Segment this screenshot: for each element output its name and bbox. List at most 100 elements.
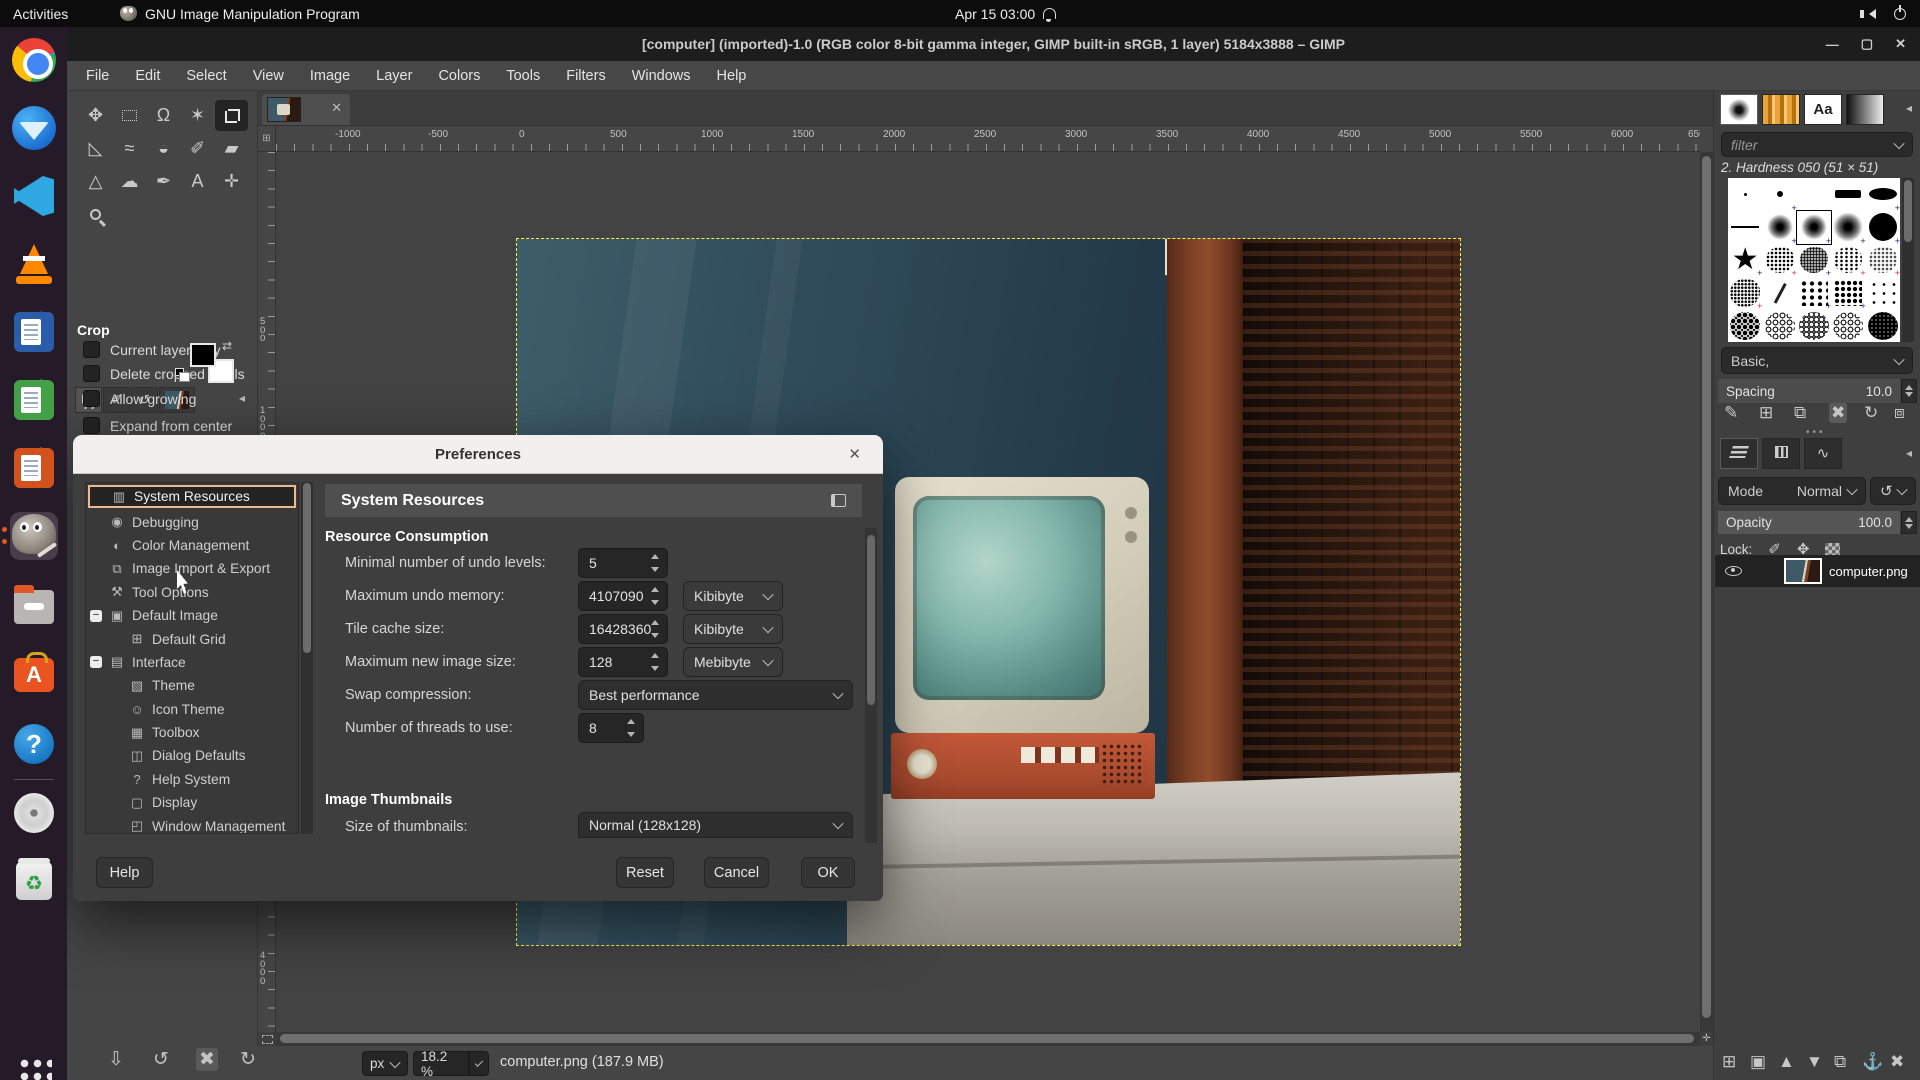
move-tool[interactable]: ✥: [79, 100, 112, 131]
crop-tool-selected[interactable]: [215, 100, 248, 131]
ink-tool[interactable]: ✒: [147, 166, 180, 197]
dock-vscode[interactable]: [10, 172, 58, 220]
tab-fonts[interactable]: Aa: [1804, 94, 1842, 125]
threads-spinner[interactable]: 8: [578, 713, 644, 743]
tab-channels[interactable]: [1762, 438, 1800, 469]
delete-layer-icon[interactable]: ✖: [1890, 1052, 1904, 1072]
color-picker-tool[interactable]: ✛: [215, 166, 248, 197]
warp-tool[interactable]: ≈: [113, 133, 146, 164]
spacing-slider[interactable]: Spacing 10.0: [1718, 379, 1900, 403]
maximize-button[interactable]: ▢: [1861, 36, 1873, 52]
dock-disc[interactable]: [10, 789, 58, 837]
menu-image[interactable]: Image: [297, 61, 363, 91]
menu-help[interactable]: Help: [704, 61, 760, 91]
cancel-button[interactable]: Cancel: [704, 857, 769, 888]
dock-help[interactable]: ?: [10, 720, 58, 768]
lower-layer-icon[interactable]: ▼: [1806, 1052, 1823, 1072]
layers-collapse-icon[interactable]: ◂: [1906, 446, 1912, 460]
menu-layer[interactable]: Layer: [363, 61, 425, 91]
save-tool-preset-icon[interactable]: ⇩: [108, 1048, 124, 1071]
default-colors-icon[interactable]: [175, 368, 184, 376]
new-image-size-spinner[interactable]: 128: [578, 647, 668, 677]
brush-grid[interactable]: + + + + + + ★+ + + + + + + +: [1728, 178, 1900, 342]
undo-memory-unit-select[interactable]: Kibibyte: [683, 581, 783, 611]
menu-edit[interactable]: Edit: [122, 61, 173, 91]
restore-tool-preset-icon[interactable]: ↺: [153, 1048, 169, 1071]
pref-item-theme[interactable]: ▧Theme: [86, 674, 298, 697]
preferences-sidebar-scrollbar[interactable]: [301, 482, 313, 834]
undo-levels-spinner[interactable]: 5: [578, 548, 668, 578]
duplicate-layer-icon[interactable]: ⧉: [1834, 1052, 1846, 1072]
pref-item-default-grid[interactable]: ⊞Default Grid: [86, 627, 298, 650]
activities-button[interactable]: Activities: [13, 0, 68, 27]
eraser-tool[interactable]: ▰: [215, 133, 248, 164]
new-brush-icon[interactable]: ⊞: [1759, 403, 1773, 423]
paintbrush-tool[interactable]: ✐: [181, 133, 214, 164]
foreground-color-swatch[interactable]: [190, 343, 216, 367]
smudge-tool[interactable]: ☁: [113, 166, 146, 197]
power-icon[interactable]: [1894, 0, 1906, 27]
dock-chrome[interactable]: [10, 36, 58, 84]
zoom-value[interactable]: 18.2 %: [413, 1051, 469, 1076]
text-tool[interactable]: A: [181, 166, 214, 197]
expander-icon[interactable]: −: [90, 610, 102, 622]
opacity-slider[interactable]: Opacity 100.0: [1718, 511, 1900, 534]
menu-filters[interactable]: Filters: [553, 61, 618, 91]
pref-item-window-management[interactable]: ◰Window Management: [86, 814, 298, 834]
unit-select[interactable]: px: [362, 1051, 408, 1076]
pref-item-icon-theme[interactable]: ☺Icon Theme: [86, 698, 298, 721]
dock-files[interactable]: [10, 584, 58, 632]
volume-icon[interactable]: [1864, 0, 1876, 27]
preferences-title-bar[interactable]: Preferences ✕: [73, 435, 883, 474]
dock-libreoffice-writer[interactable]: [10, 308, 58, 356]
new-layer-group-icon[interactable]: ▣: [1750, 1052, 1766, 1072]
canvas-vertical-scrollbar[interactable]: [1700, 152, 1713, 1032]
horizontal-ruler[interactable]: -1000 -500 0 500 1000 1500 2000 2500 300…: [276, 126, 1700, 152]
menu-colors[interactable]: Colors: [425, 61, 493, 91]
pref-item-help-system[interactable]: ?Help System: [86, 768, 298, 791]
zoom-select-chevron[interactable]: [469, 1051, 489, 1076]
open-brush-as-image-icon[interactable]: ⧈: [1894, 403, 1905, 423]
quick-mask-toggle[interactable]: [258, 1032, 276, 1046]
dock-vlc[interactable]: [10, 240, 58, 288]
brushes-collapse-icon[interactable]: ◂: [1906, 101, 1912, 115]
notebook-icon[interactable]: [831, 494, 846, 507]
clock[interactable]: Apr 15 03:00: [955, 0, 1056, 27]
checkbox-expand-from-center[interactable]: Expand from center: [83, 417, 232, 434]
edit-brush-icon[interactable]: ✎: [1724, 403, 1738, 423]
fuzzy-select-tool[interactable]: ✶: [181, 100, 214, 131]
ruler-corner[interactable]: ⊞: [258, 126, 276, 152]
pref-item-interface[interactable]: − ▤Interface: [86, 651, 298, 674]
pref-item-system-resources[interactable]: ▥System Resources: [88, 485, 296, 508]
close-button[interactable]: ✕: [1895, 36, 1906, 52]
preferences-close-icon[interactable]: ✕: [848, 445, 861, 463]
menu-file[interactable]: File: [73, 61, 122, 91]
pref-item-dialog-defaults[interactable]: ◫Dialog Defaults: [86, 744, 298, 767]
swap-compression-select[interactable]: Best performance: [578, 680, 853, 710]
checkbox-allow-growing[interactable]: Allow growing: [83, 390, 196, 407]
airbrush-tool[interactable]: △: [79, 166, 112, 197]
preferences-content-scrollbar[interactable]: [865, 528, 877, 843]
tab-paths[interactable]: ∿: [1804, 438, 1842, 469]
thumbnail-size-select[interactable]: Normal (128x128): [578, 812, 853, 838]
pref-item-image-import-export[interactable]: ⧉Image Import & Export: [86, 557, 298, 580]
pref-item-color-management[interactable]: ◐Color Management: [86, 534, 298, 557]
minimize-button[interactable]: —: [1826, 37, 1839, 52]
panel-collapse-icon[interactable]: ◂: [239, 391, 245, 405]
tab-layers[interactable]: [1720, 438, 1758, 469]
dock-libreoffice-calc[interactable]: [10, 376, 58, 424]
pref-item-debugging[interactable]: ◉Debugging: [86, 510, 298, 533]
dock-show-applications[interactable]: [10, 1049, 58, 1080]
layer-visibility-eye-icon[interactable]: [1725, 564, 1742, 579]
menu-select[interactable]: Select: [173, 61, 239, 91]
dock-thunderbird[interactable]: [10, 104, 58, 152]
image-tab[interactable]: ✕: [262, 94, 350, 125]
new-image-unit-select[interactable]: Mebibyte: [683, 647, 783, 677]
pref-item-tool-options[interactable]: ⚒Tool Options: [86, 581, 298, 604]
dock-resize-handle[interactable]: •••: [1806, 427, 1826, 438]
expander-icon[interactable]: −: [90, 656, 102, 668]
pref-item-default-image[interactable]: − ▣Default Image: [86, 604, 298, 627]
dock-gimp-active[interactable]: [10, 512, 58, 560]
zoom-tool[interactable]: [79, 199, 112, 230]
reset-tool-options-icon[interactable]: ↻: [240, 1048, 256, 1071]
